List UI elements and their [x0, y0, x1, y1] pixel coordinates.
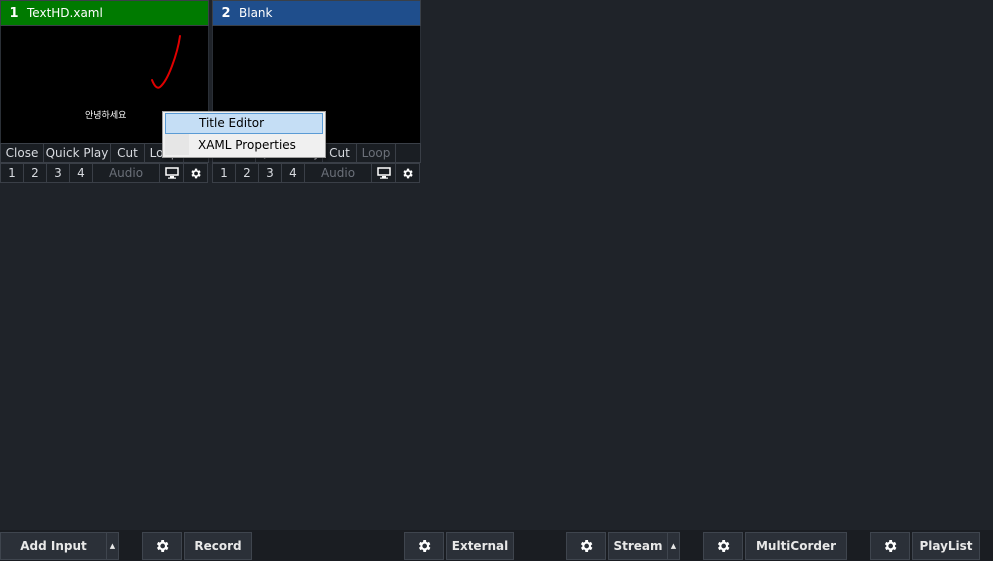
- overlay-4-button[interactable]: 4: [69, 163, 93, 183]
- input-header[interactable]: 2 Blank: [212, 0, 421, 26]
- cut-button[interactable]: Cut: [110, 143, 145, 163]
- menu-item-title-editor[interactable]: Title Editor: [165, 113, 323, 134]
- record-settings-gear-icon[interactable]: [142, 532, 182, 560]
- gear-icon[interactable]: [395, 163, 420, 183]
- overlay-4-button[interactable]: 4: [281, 163, 305, 183]
- overlay-3-button[interactable]: 3: [258, 163, 282, 183]
- overlay-1-button[interactable]: 1: [212, 163, 236, 183]
- close-button[interactable]: Close: [0, 143, 44, 163]
- audio-button[interactable]: Audio: [304, 163, 372, 183]
- stream-dropdown-arrow[interactable]: ▲: [667, 532, 680, 560]
- gear-icon[interactable]: [183, 163, 208, 183]
- monitor-icon[interactable]: [159, 163, 184, 183]
- audio-button[interactable]: Audio: [92, 163, 160, 183]
- bottom-toolbar: Add Input ▲ Record External Stream ▲ Mul…: [0, 530, 993, 561]
- overlay-3-button[interactable]: 3: [46, 163, 70, 183]
- loop-button[interactable]: Loop: [356, 143, 396, 163]
- input-number: 2: [221, 5, 231, 21]
- blank-cell: [395, 143, 421, 163]
- input-name: Blank: [239, 6, 273, 20]
- context-menu: Title Editor XAML Properties: [162, 111, 326, 158]
- quick-play-button[interactable]: Quick Play: [43, 143, 111, 163]
- red-checkmark-annotation: [151, 35, 181, 89]
- monitor-icon[interactable]: [371, 163, 396, 183]
- playlist-button[interactable]: PlayList: [912, 532, 980, 560]
- add-input-dropdown-arrow[interactable]: ▲: [106, 532, 119, 560]
- overlay-1-button[interactable]: 1: [0, 163, 24, 183]
- multicorder-button[interactable]: MultiCorder: [745, 532, 847, 560]
- record-button[interactable]: Record: [184, 532, 252, 560]
- overlay-2-button[interactable]: 2: [235, 163, 259, 183]
- overlay-2-button[interactable]: 2: [23, 163, 47, 183]
- preview-title-text: 안녕하세요: [85, 111, 127, 121]
- multicorder-settings-gear-icon[interactable]: [703, 532, 743, 560]
- add-input-button[interactable]: Add Input: [0, 532, 107, 560]
- input-name: TextHD.xaml: [27, 6, 103, 20]
- external-settings-gear-icon[interactable]: [404, 532, 444, 560]
- stream-settings-gear-icon[interactable]: [566, 532, 606, 560]
- external-button[interactable]: External: [446, 532, 514, 560]
- stream-button[interactable]: Stream: [608, 532, 668, 560]
- input-header[interactable]: 1 TextHD.xaml: [0, 0, 209, 26]
- input-number: 1: [9, 5, 19, 21]
- cut-button[interactable]: Cut: [322, 143, 357, 163]
- playlist-settings-gear-icon[interactable]: [870, 532, 910, 560]
- menu-item-xaml-properties[interactable]: XAML Properties: [165, 136, 323, 157]
